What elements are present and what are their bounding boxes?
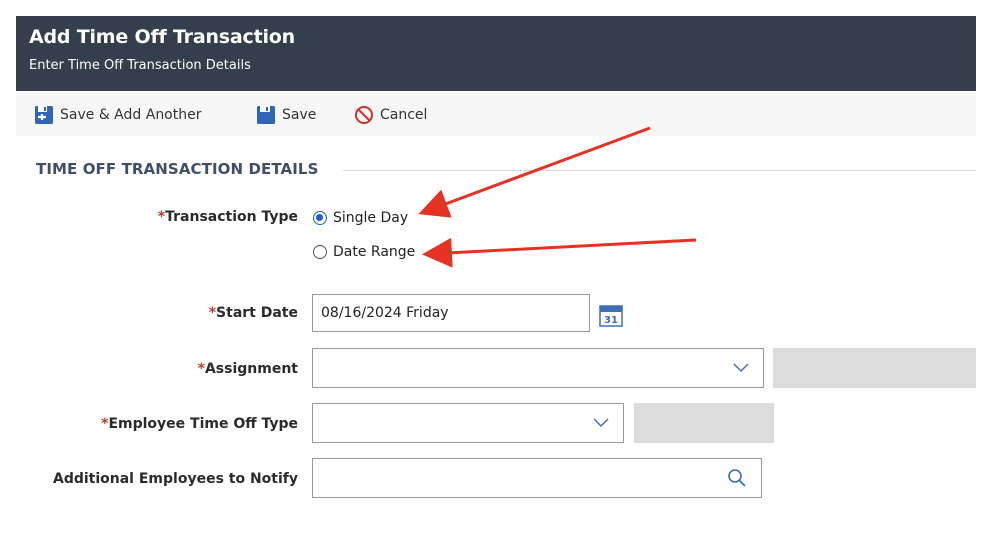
- additional-employees-label: Additional Employees to Notify: [52, 471, 298, 487]
- required-mark: *: [208, 305, 217, 321]
- required-mark: *: [197, 361, 205, 377]
- start-date-label: *Start Date: [208, 305, 298, 321]
- cancel-icon: [355, 106, 373, 124]
- required-mark: *: [157, 209, 166, 225]
- employee-time-off-type-label: *Employee Time Off Type: [101, 416, 298, 432]
- calendar-icon[interactable]: 31: [598, 302, 624, 328]
- page-subtitle: Enter Time Off Transaction Details: [29, 58, 251, 73]
- assignment-detail-box: [773, 348, 976, 388]
- assignment-dropdown[interactable]: [312, 348, 764, 388]
- transaction-type-label: *Transaction Type: [157, 209, 298, 225]
- save-and-add-another-label: Save & Add Another: [60, 107, 202, 123]
- start-date-input[interactable]: 08/16/2024 Friday: [312, 294, 590, 332]
- section-divider: [343, 170, 976, 171]
- search-icon[interactable]: [727, 468, 747, 488]
- section-title: TIME OFF TRANSACTION DETAILS: [36, 160, 319, 178]
- save-label: Save: [282, 107, 317, 123]
- employee-time-off-type-dropdown[interactable]: [312, 403, 624, 443]
- additional-employees-input[interactable]: [312, 458, 762, 498]
- radio-single-day[interactable]: Single Day: [313, 208, 408, 228]
- chevron-down-icon: [593, 418, 609, 428]
- save-add-icon: [35, 106, 53, 124]
- calendar-day-number: 31: [604, 315, 618, 326]
- save-and-add-another-button[interactable]: Save & Add Another: [34, 104, 201, 126]
- save-icon: [257, 106, 275, 124]
- radio-button-checked[interactable]: [313, 211, 327, 225]
- cancel-label: Cancel: [380, 107, 428, 123]
- toolbar: Save & Add Another Save Cancel: [16, 92, 976, 136]
- start-date-value: 08/16/2024 Friday: [321, 305, 449, 321]
- page-header: Add Time Off Transaction Enter Time Off …: [16, 16, 976, 91]
- time-off-type-detail-box: [634, 403, 774, 443]
- page-title: Add Time Off Transaction: [29, 26, 295, 48]
- radio-single-day-label: Single Day: [333, 210, 409, 226]
- radio-date-range-label: Date Range: [333, 244, 416, 260]
- chevron-down-icon: [733, 363, 749, 373]
- cancel-button[interactable]: Cancel: [354, 104, 427, 126]
- save-button[interactable]: Save: [256, 104, 316, 126]
- radio-button[interactable]: [313, 245, 327, 259]
- annotation-arrow-date-range: [422, 237, 697, 268]
- radio-date-range[interactable]: Date Range: [313, 242, 415, 262]
- assignment-label: *Assignment: [197, 361, 298, 377]
